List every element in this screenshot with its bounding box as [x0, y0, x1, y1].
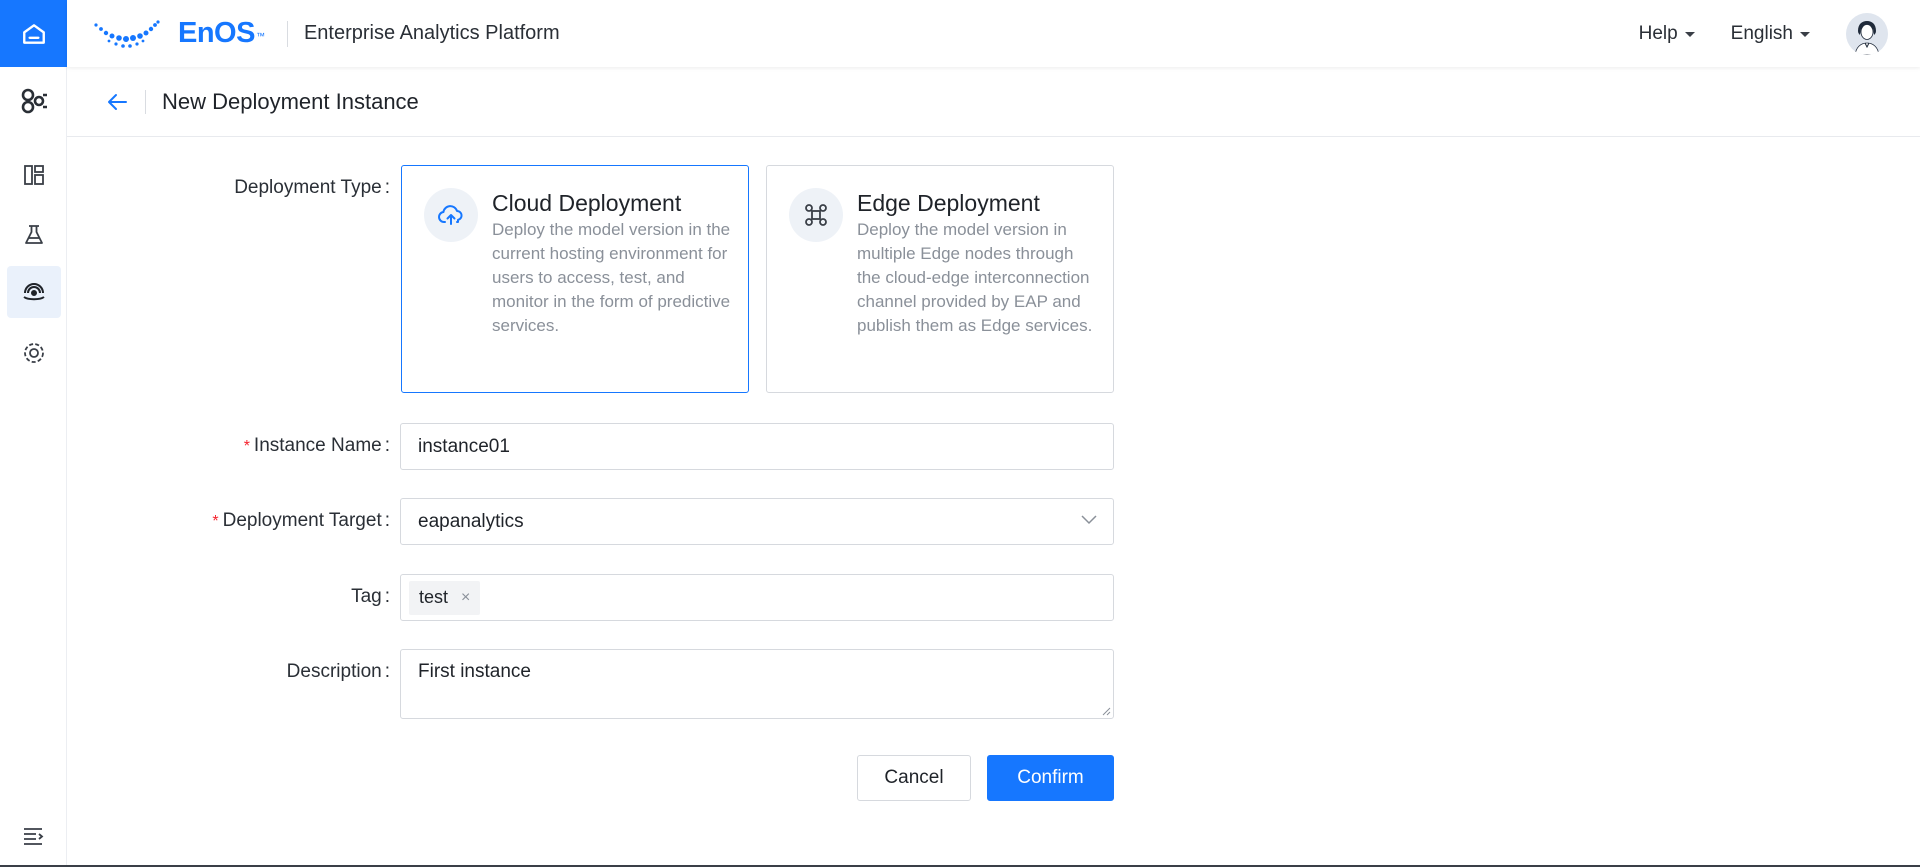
logo-dots-icon: [94, 19, 160, 48]
arrow-left-icon: [108, 93, 127, 110]
monitor-settings-icon: [24, 343, 44, 363]
home-icon: [22, 23, 45, 44]
instance-name-label-text: Instance Name: [253, 435, 382, 456]
deployment-type-label: Deployment Type:: [234, 177, 390, 199]
dashboard-layout-icon: [24, 165, 44, 185]
sidebar: [0, 0, 67, 867]
help-label: Help: [1638, 22, 1678, 44]
deployment-target-label: * Deployment Target:: [212, 510, 390, 532]
help-dropdown[interactable]: Help: [1639, 23, 1695, 45]
title-divider: [145, 89, 146, 114]
description-value: First instance: [418, 661, 531, 682]
required-marker: *: [212, 513, 219, 530]
deployment-target-label-text: Deployment Target: [222, 510, 382, 531]
cloud-upload-icon: [438, 205, 463, 225]
user-avatar-icon: [1846, 12, 1888, 55]
language-label: English: [1730, 22, 1793, 44]
label-colon: :: [384, 661, 390, 682]
confirm-button[interactable]: Confirm: [987, 755, 1114, 801]
tag-label: Tag:: [351, 586, 390, 608]
instance-name-input[interactable]: instance01: [400, 423, 1114, 470]
edge-icon-badge: [789, 188, 843, 242]
label-colon: :: [384, 586, 390, 607]
sidebar-item-dashboard[interactable]: [7, 149, 61, 201]
chevron-down-icon: [1081, 515, 1097, 525]
cloud-icon-badge: [424, 188, 478, 242]
home-button[interactable]: [0, 0, 67, 67]
instance-name-value: instance01: [418, 435, 510, 457]
sidebar-item-monitor[interactable]: [7, 327, 61, 379]
close-icon[interactable]: ×: [461, 589, 470, 607]
cancel-button[interactable]: Cancel: [857, 755, 971, 801]
language-dropdown[interactable]: English: [1731, 23, 1810, 45]
header-divider: [286, 20, 288, 47]
edge-nodes-icon: [805, 204, 827, 226]
top-header: EnOS ™ Enterprise Analytics Platform Hel…: [67, 0, 1920, 67]
deployment-type-label-text: Deployment Type: [234, 177, 382, 198]
cloud-deployment-description: Deploy the model version in the current …: [492, 220, 731, 335]
logo-text: EnOS: [178, 17, 255, 49]
sidebar-item-models[interactable]: [7, 75, 61, 127]
page-title-bar: New Deployment Instance: [67, 67, 1920, 137]
sidebar-item-lab[interactable]: [7, 209, 61, 261]
resize-handle-icon[interactable]: [1101, 706, 1111, 716]
edge-deployment-title: Edge Deployment: [857, 190, 1040, 216]
sidebar-item-deployment[interactable]: [7, 266, 61, 318]
flask-icon: [25, 225, 43, 244]
label-colon: :: [384, 435, 390, 456]
edge-deployment-card[interactable]: Edge Deployment Deploy the model version…: [766, 165, 1114, 393]
collapse-menu-button[interactable]: [20, 823, 46, 849]
header-actions: Help English: [1639, 0, 1920, 67]
deployment-target-value: eapanalytics: [418, 510, 524, 532]
edge-deployment-description: Deploy the model version in multiple Edg…: [857, 220, 1093, 335]
deployment-icon: [23, 283, 45, 301]
description-label: Description:: [287, 661, 390, 683]
caret-down-icon: [1800, 32, 1810, 37]
platform-name: Enterprise Analytics Platform: [303, 22, 560, 44]
cloud-deployment-title: Cloud Deployment: [492, 190, 682, 216]
label-colon: :: [384, 177, 390, 198]
logo-trademark: ™: [255, 31, 265, 41]
tag-label-text: Tag: [351, 586, 382, 607]
tag-chip-label: test: [419, 587, 449, 607]
enos-logo[interactable]: EnOS ™: [92, 17, 265, 50]
page-title: New Deployment Instance: [162, 88, 419, 114]
required-marker: *: [243, 438, 250, 455]
collapse-menu-icon: [24, 828, 44, 845]
description-textarea[interactable]: First instance: [400, 649, 1114, 719]
back-button[interactable]: [105, 90, 129, 114]
cloud-deployment-card[interactable]: Cloud Deployment Deploy the model versio…: [401, 165, 749, 393]
caret-down-icon: [1684, 32, 1695, 37]
tag-input[interactable]: test ×: [400, 574, 1114, 621]
label-colon: :: [384, 510, 390, 531]
tag-chip: test ×: [409, 580, 481, 615]
deployment-target-select[interactable]: eapanalytics: [400, 498, 1114, 545]
instance-name-label: * Instance Name:: [244, 435, 390, 457]
description-label-text: Description: [286, 661, 382, 682]
avatar[interactable]: [1846, 12, 1888, 55]
model-network-icon: [21, 88, 47, 114]
